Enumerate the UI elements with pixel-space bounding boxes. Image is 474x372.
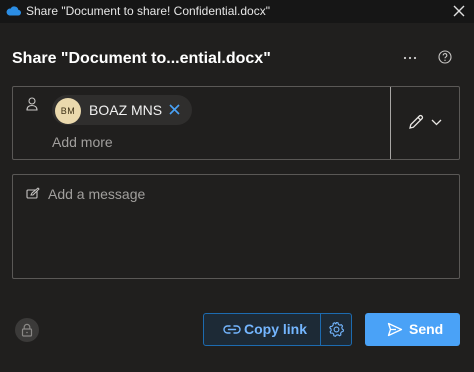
pencil-icon bbox=[409, 114, 424, 129]
window-titlebar: Share "Document to share! Confidential.d… bbox=[0, 0, 474, 23]
message-field[interactable]: Add a message bbox=[12, 174, 460, 279]
message-placeholder: Add a message bbox=[48, 186, 146, 202]
send-button[interactable]: Send bbox=[365, 313, 460, 346]
avatar: BM bbox=[55, 98, 81, 124]
gear-icon bbox=[329, 321, 345, 337]
more-options-icon[interactable] bbox=[402, 52, 418, 64]
link-settings-lock-button[interactable] bbox=[15, 318, 39, 342]
link-settings-button[interactable] bbox=[321, 314, 351, 345]
send-icon bbox=[387, 322, 403, 337]
recipient-name: BOAZ MNS bbox=[89, 102, 163, 118]
add-more-input[interactable]: Add more bbox=[52, 134, 113, 150]
compose-message-icon bbox=[26, 187, 40, 199]
chevron-down-icon bbox=[431, 119, 442, 126]
person-icon bbox=[26, 97, 38, 111]
link-icon bbox=[223, 325, 241, 334]
permission-dropdown-button[interactable] bbox=[401, 105, 453, 141]
recipient-chip[interactable]: BM BOAZ MNS bbox=[52, 95, 192, 125]
dialog-heading: Share "Document to...ential.docx" bbox=[12, 50, 271, 67]
onedrive-cloud-icon bbox=[6, 6, 21, 16]
recipients-field[interactable]: BM BOAZ MNS Add more bbox=[12, 86, 460, 160]
copy-link-button[interactable]: Copy link bbox=[204, 314, 320, 345]
send-label: Send bbox=[409, 321, 444, 337]
window-title: Share "Document to share! Confidential.d… bbox=[26, 4, 270, 18]
copy-link-label: Copy link bbox=[244, 321, 308, 337]
remove-recipient-icon[interactable] bbox=[168, 103, 181, 116]
divider bbox=[390, 87, 391, 159]
close-icon[interactable] bbox=[451, 3, 467, 19]
lock-icon bbox=[21, 323, 33, 337]
copy-link-group: Copy link bbox=[203, 313, 352, 346]
help-icon[interactable] bbox=[438, 50, 452, 64]
